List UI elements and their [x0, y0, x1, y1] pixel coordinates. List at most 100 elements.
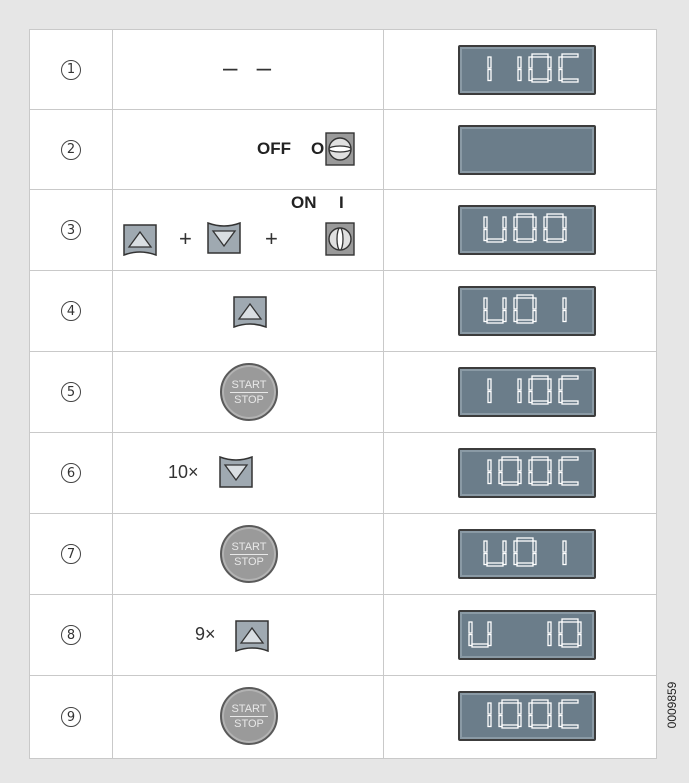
action-cell: START STOP [113, 514, 384, 594]
lcd-segment [498, 459, 503, 472]
lcd-segment [513, 216, 518, 229]
step-number: 7 [61, 544, 81, 564]
step-row: 4 [30, 271, 656, 352]
lcd-segment [547, 633, 552, 647]
lcd-segment [516, 238, 534, 243]
lcd-segment [498, 714, 503, 728]
start-label: START [231, 540, 267, 553]
lcd-segment [501, 481, 519, 486]
display-cell [384, 271, 656, 351]
lcd-segment [528, 471, 533, 485]
lcd-segment [483, 309, 488, 323]
stop-label: STOP [234, 555, 264, 568]
lcd-segment [531, 724, 549, 729]
step-number-cell: 3 [30, 190, 113, 270]
lcd-segment [561, 400, 579, 405]
lcd-segment [547, 459, 552, 472]
lcd-segment [517, 56, 522, 69]
lcd-segment [513, 228, 518, 242]
lcd-segment [561, 699, 579, 704]
lcd-display [458, 691, 596, 741]
up-arrow-key-icon[interactable] [233, 294, 267, 328]
lcd-segment [517, 702, 522, 715]
display-cell [384, 110, 656, 189]
lcd-segment [531, 481, 549, 486]
lcd-segment [498, 471, 503, 485]
procedure-table: 1 – – 2 OFF O 3 ON I + +4 5 START STOP 6 10× 7 START STOP… [29, 29, 657, 759]
lcd-segment [558, 68, 563, 82]
lcd-segment [487, 459, 492, 472]
step-number-cell: 5 [30, 352, 113, 432]
start-stop-button[interactable]: START STOP [220, 687, 278, 745]
lcd-segment [513, 297, 518, 310]
lcd-segment [513, 309, 518, 323]
step-number: 3 [61, 220, 81, 240]
lcd-segment [487, 378, 492, 391]
lcd-digits [487, 53, 579, 83]
figure-reference: 0009859 [665, 681, 679, 729]
display-cell [384, 30, 656, 109]
lcd-segment [528, 68, 533, 82]
lcd-segment [531, 53, 549, 58]
lcd-segment [562, 309, 567, 323]
lcd-segment [486, 238, 504, 243]
down-arrow-key-icon[interactable] [219, 456, 253, 490]
lcd-segment [502, 216, 507, 229]
step-number: 5 [61, 382, 81, 402]
lcd-digits [487, 456, 579, 486]
up-arrow-key-icon[interactable] [123, 222, 157, 256]
lcd-segment [502, 540, 507, 553]
lcd-segment [471, 643, 489, 648]
lcd-segment [562, 540, 567, 553]
step-row: 2 OFF O [30, 110, 656, 190]
lcd-segment [558, 633, 563, 647]
action-cell: ON I + + [113, 190, 384, 270]
lcd-digits [483, 213, 567, 243]
step-row: 9 START STOP [30, 676, 656, 758]
lcd-segment [517, 390, 522, 404]
lcd-segment [546, 213, 564, 218]
start-label: START [231, 378, 267, 391]
step-row: 8 9× [30, 595, 656, 676]
lcd-segment [561, 375, 579, 380]
lcd-segment [547, 621, 552, 634]
lcd-segment [516, 537, 534, 542]
display-cell [384, 595, 656, 675]
lcd-digits [483, 294, 567, 324]
lcd-display [458, 125, 596, 175]
lcd-segment [532, 216, 537, 229]
step-row: 5 START STOP [30, 352, 656, 433]
lcd-segment [558, 390, 563, 404]
step-number: 2 [61, 139, 81, 160]
lcd-display [458, 45, 596, 95]
lcd-segment [558, 459, 563, 472]
lcd-segment [486, 562, 504, 567]
lcd-digits [460, 127, 590, 169]
up-arrow-key-icon[interactable] [235, 618, 269, 652]
lcd-segment [486, 319, 504, 324]
lcd-segment [531, 456, 549, 461]
action-cell: START STOP [113, 676, 384, 758]
lcd-segment [502, 297, 507, 310]
start-stop-button[interactable]: START STOP [220, 525, 278, 583]
lcd-digits [468, 618, 582, 648]
lcd-segment [516, 213, 534, 218]
lcd-display [458, 367, 596, 417]
off-label: OFF [257, 139, 291, 158]
lcd-segment [532, 297, 537, 310]
lcd-segment [561, 724, 579, 729]
lcd-segment [561, 456, 579, 461]
lcd-segment [483, 228, 488, 242]
step-row: 6 10× [30, 433, 656, 514]
start-stop-button[interactable]: START STOP [220, 363, 278, 421]
step-row: 1 – – [30, 30, 656, 110]
plus-sign: + [179, 226, 192, 251]
switch-off-icon[interactable] [325, 132, 355, 166]
lcd-digits [487, 375, 579, 405]
lcd-segment [517, 459, 522, 472]
lcd-segment [501, 699, 519, 704]
switch-on-icon[interactable] [325, 222, 355, 256]
step-row: 7 START STOP [30, 514, 656, 595]
lcd-segment [561, 78, 579, 83]
down-arrow-key-icon[interactable] [207, 222, 241, 256]
